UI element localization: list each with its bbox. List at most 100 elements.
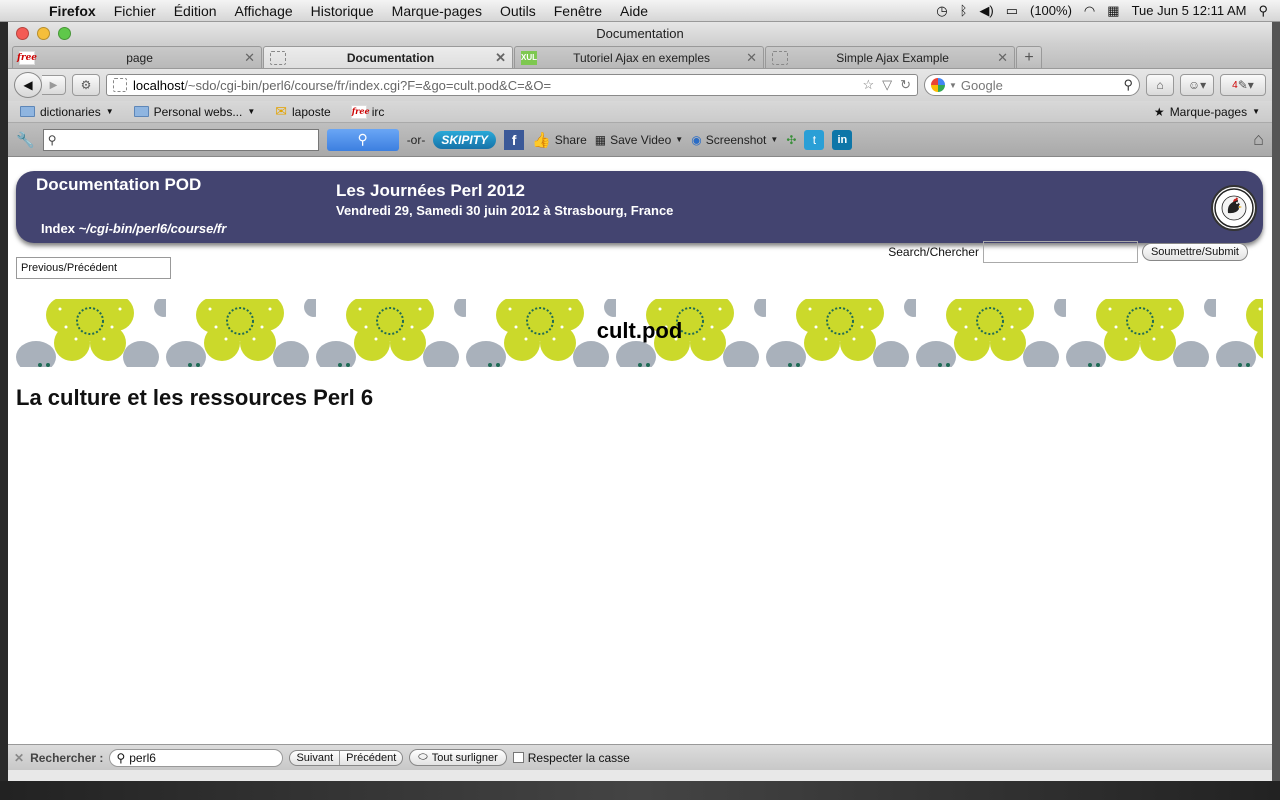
bookmark-star-icon[interactable]: ☆ xyxy=(862,77,874,93)
save-video-button[interactable]: ▦ Save Video ▼ xyxy=(595,133,683,147)
skipity-button[interactable]: SKIPITY xyxy=(433,130,497,149)
spotlight-icon[interactable]: ⚲ xyxy=(1258,3,1268,19)
event-subtitle: Vendredi 29, Samedi 30 juin 2012 à Stras… xyxy=(336,203,674,218)
back-forward-group: ◀ ▶ xyxy=(14,72,66,98)
bookmarks-menu[interactable]: ★ Marque-pages ▼ xyxy=(1154,105,1260,119)
tab-simple-ajax[interactable]: Simple Ajax Example ✕ xyxy=(765,46,1015,68)
share-button[interactable]: 👍 Share xyxy=(532,131,587,149)
facebook-icon[interactable]: f xyxy=(504,129,525,150)
tab-strip: free page ✕ Documentation ✕ XUL Tutoriel… xyxy=(8,44,1272,69)
save-video-label: Save Video xyxy=(610,132,672,147)
engine-dropdown-icon[interactable]: ▼ xyxy=(949,81,957,90)
search-bar[interactable]: ▼ Google ⚲ xyxy=(924,74,1140,96)
highlight-icon: ⬭ xyxy=(418,751,428,763)
menu-fichier[interactable]: Fichier xyxy=(105,3,165,19)
bookmark-folder-dictionaries[interactable]: dictionaries ▼ xyxy=(20,105,114,119)
window-titlebar: Documentation xyxy=(8,22,1272,44)
highlight-label: Tout surligner xyxy=(431,751,498,764)
battery-icon[interactable]: ▭ xyxy=(1006,3,1018,19)
url-host: localhost xyxy=(133,77,185,93)
previous-button[interactable]: Previous/Précédent xyxy=(16,257,171,279)
right-edge-scrollbar[interactable] xyxy=(1272,22,1280,782)
page-search-input[interactable] xyxy=(982,241,1138,263)
menu-fenetre[interactable]: Fenêtre xyxy=(545,3,611,19)
folder-icon xyxy=(20,106,35,117)
find-nav-group: Suivant Précédent xyxy=(289,749,404,766)
tab-label: page xyxy=(126,50,153,65)
minimize-window-button[interactable] xyxy=(37,26,50,40)
find-next-button[interactable]: Suivant xyxy=(290,751,339,765)
chevron-down-icon: ▼ xyxy=(247,107,256,116)
menu-edition[interactable]: Édition xyxy=(165,3,226,19)
thumbs-up-icon: 👍 xyxy=(532,131,551,149)
search-icon[interactable]: ⚲ xyxy=(1123,77,1133,93)
find-bar: ✕ Rechercher : ⚲ perl6 Suivant Précédent… xyxy=(8,744,1272,770)
submit-button[interactable]: Soumettre/Submit xyxy=(1141,243,1248,261)
blank-favicon-icon xyxy=(772,50,788,65)
network-icon[interactable]: ✣ xyxy=(786,133,796,147)
bookmark-laposte[interactable]: ✉ laposte xyxy=(275,103,330,120)
reload-icon[interactable]: ↻ xyxy=(900,77,911,93)
pod-filename: cult.pod xyxy=(596,318,683,343)
find-prev-button[interactable]: Précédent xyxy=(339,750,402,765)
time-machine-icon[interactable]: ◷ xyxy=(936,3,947,19)
tab-close-icon[interactable]: ✕ xyxy=(244,50,255,66)
wrench-icon[interactable]: 🔧 xyxy=(16,131,35,149)
volume-icon[interactable]: ◀) xyxy=(979,3,993,19)
close-find-icon[interactable]: ✕ xyxy=(14,751,24,765)
dropdown-arrow-icon[interactable]: ▽ xyxy=(882,77,892,93)
tab-tutoriel-ajax[interactable]: XUL Tutoriel Ajax en exemples ✕ xyxy=(514,46,764,68)
linkedin-icon[interactable]: in xyxy=(832,129,853,150)
window-controls xyxy=(8,26,71,40)
tab-close-icon[interactable]: ✕ xyxy=(997,50,1008,66)
addon-search-button[interactable]: ⚲ xyxy=(326,128,399,151)
home-button[interactable]: ⌂ xyxy=(1146,74,1174,96)
zoom-window-button[interactable] xyxy=(58,26,71,40)
google-engine-icon[interactable] xyxy=(931,78,945,92)
screenshot-label: Screenshot xyxy=(705,132,767,147)
extensions-button[interactable]: ⚙ xyxy=(72,74,100,96)
url-bar[interactable]: localhost/~sdo/cgi-bin/perl6/course/fr/i… xyxy=(106,74,918,96)
new-tab-button[interactable]: + xyxy=(1016,46,1042,68)
forward-button[interactable]: ▶ xyxy=(42,75,66,95)
highlight-all-button[interactable]: ⬭ Tout surligner xyxy=(409,749,507,766)
tab-close-icon[interactable]: ✕ xyxy=(495,50,506,66)
addon-badge-button[interactable]: 4 ✎▾ xyxy=(1220,74,1266,96)
menu-outils[interactable]: Outils xyxy=(491,3,545,19)
bookmarks-menu-icon: ★ xyxy=(1153,104,1165,119)
wifi-icon[interactable]: ◠ xyxy=(1084,3,1095,19)
addon-menu-button[interactable]: ☺▾ xyxy=(1180,74,1214,96)
free-favicon-icon: free xyxy=(350,104,370,119)
screenshot-button[interactable]: ◉ Screenshot ▼ xyxy=(691,133,778,147)
back-button[interactable]: ◀ xyxy=(14,72,42,98)
index-prefix: Index xyxy=(41,221,79,236)
page-identity-icon[interactable] xyxy=(113,78,127,92)
menu-marque-pages[interactable]: Marque-pages xyxy=(383,3,491,19)
tab-documentation[interactable]: Documentation ✕ xyxy=(263,46,513,68)
bookmark-label: Personal webs... xyxy=(153,104,243,119)
event-title[interactable]: Les Journées Perl 2012 xyxy=(336,181,525,201)
close-window-button[interactable] xyxy=(16,26,29,40)
bookmark-irc[interactable]: free irc xyxy=(350,104,385,119)
addon-toolbar: 🔧 ⚲ ⚲ -or- SKIPITY f 👍 Share ▦ Save Vide… xyxy=(8,123,1272,157)
find-input[interactable]: ⚲ perl6 xyxy=(109,748,284,767)
bookmark-label: irc xyxy=(371,104,385,119)
bluetooth-icon[interactable]: ᛒ xyxy=(960,3,968,18)
bookmark-folder-personal[interactable]: Personal webs... ▼ xyxy=(133,104,256,119)
bookmark-label: laposte xyxy=(292,104,331,119)
addon-search-input[interactable]: ⚲ xyxy=(42,128,319,151)
battery-percent: (100%) xyxy=(1030,3,1072,18)
menu-app-firefox[interactable]: Firefox xyxy=(40,3,105,19)
menu-historique[interactable]: Historique xyxy=(302,3,383,19)
calendar-icon[interactable]: ▦ xyxy=(1107,3,1119,19)
menu-affichage[interactable]: Affichage xyxy=(226,3,302,19)
index-link[interactable]: Index ~/cgi-bin/perl6/course/fr xyxy=(41,221,226,236)
match-case-checkbox[interactable]: Respecter la casse xyxy=(512,751,630,765)
twitter-icon[interactable]: t xyxy=(804,129,825,150)
home-icon[interactable]: ⌂ xyxy=(1253,129,1264,150)
tab-page[interactable]: free page ✕ xyxy=(12,46,262,68)
tab-close-icon[interactable]: ✕ xyxy=(746,50,757,66)
checkbox-icon xyxy=(512,752,524,763)
clock[interactable]: Tue Jun 5 12:11 AM xyxy=(1132,3,1247,18)
menu-aide[interactable]: Aide xyxy=(611,3,657,19)
